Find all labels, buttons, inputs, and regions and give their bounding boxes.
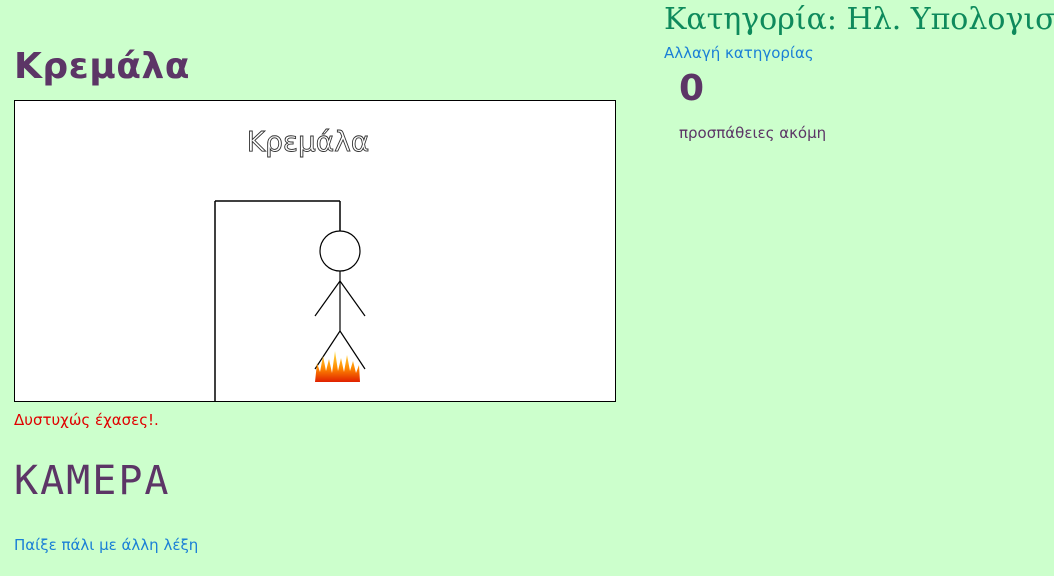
play-again-link[interactable]: Παίξε πάλι με άλλη λέξη bbox=[14, 536, 198, 554]
attempts-left-count: 0 bbox=[679, 68, 705, 109]
revealed-word: ΚΑΜΕΡΑ bbox=[14, 458, 171, 504]
category-title: Κατηγορία: Ηλ. Υπολογιστές bbox=[664, 2, 1054, 37]
fire-icon bbox=[315, 351, 360, 382]
attempts-left-label: προσπάθειες ακόμη bbox=[679, 124, 827, 142]
page-title: Κρεμάλα bbox=[14, 46, 190, 87]
hangman-canvas: Κρεμάλα bbox=[14, 100, 616, 402]
canvas-title: Κρεμάλα bbox=[247, 125, 370, 158]
change-category-link[interactable]: Αλλαγή κατηγορίας bbox=[664, 44, 814, 62]
hangman-drawing: Κρεμάλα bbox=[214, 125, 370, 401]
stickman-icon bbox=[314, 230, 366, 370]
game-over-message: Δυστυχώς έχασες!. bbox=[14, 411, 159, 429]
